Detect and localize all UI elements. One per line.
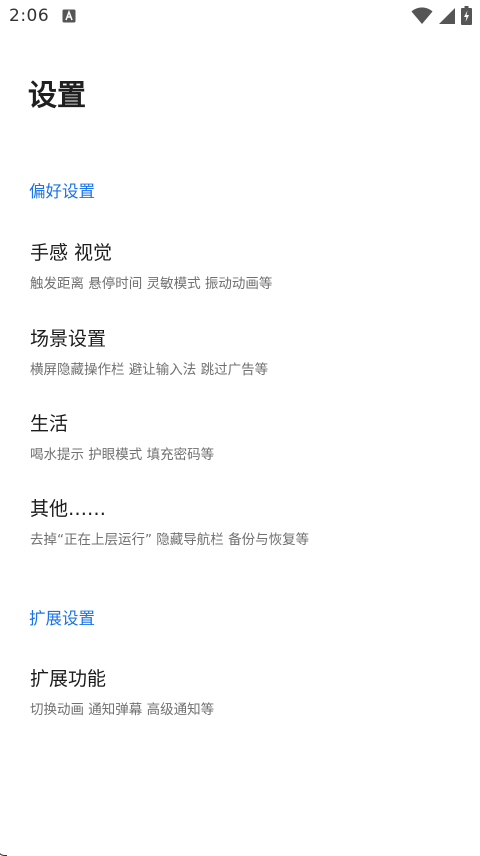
pref-item-summary: 横屏隐藏操作栏 避让输入法 跳过广告等	[30, 362, 269, 378]
pref-item-feel-visual[interactable]: 手感 视觉 触发距离 悬停时间 灵敏模式 振动动画等	[0, 238, 480, 322]
page-title: 设置	[28, 78, 87, 112]
pref-item-title: 扩展功能	[30, 668, 107, 690]
pref-item-other[interactable]: 其他…… 去掉“正在上层运行” 隐藏导航栏 备份与恢复等	[0, 494, 480, 578]
pref-item-summary: 喝水提示 护眼模式 填充密码等	[30, 447, 215, 463]
keyboard-a-icon	[62, 9, 76, 23]
wifi-icon	[411, 7, 433, 24]
battery-charging-icon	[461, 6, 472, 25]
screen-corner	[0, 847, 7, 856]
status-bar: 2:06	[0, 0, 480, 32]
section-header-preferences: 偏好设置	[29, 182, 95, 201]
pref-item-title: 手感 视觉	[30, 242, 113, 264]
pref-item-scene-settings[interactable]: 场景设置 横屏隐藏操作栏 避让输入法 跳过广告等	[0, 324, 480, 408]
pref-item-summary: 去掉“正在上层运行” 隐藏导航栏 备份与恢复等	[30, 532, 310, 548]
pref-item-summary: 切换动画 通知弹幕 高级通知等	[30, 702, 215, 718]
pref-item-summary: 触发距离 悬停时间 灵敏模式 振动动画等	[30, 276, 273, 292]
pref-item-extension-features[interactable]: 扩展功能 切换动画 通知弹幕 高级通知等	[0, 664, 480, 748]
section-header-extensions: 扩展设置	[29, 609, 95, 628]
pref-item-life[interactable]: 生活 喝水提示 护眼模式 填充密码等	[0, 409, 480, 493]
status-icons	[411, 6, 472, 25]
cell-signal-icon	[439, 7, 455, 24]
pref-item-title: 其他……	[30, 498, 107, 520]
status-time: 2:06	[9, 6, 50, 26]
pref-item-title: 生活	[30, 413, 69, 435]
pref-item-title: 场景设置	[30, 328, 107, 350]
